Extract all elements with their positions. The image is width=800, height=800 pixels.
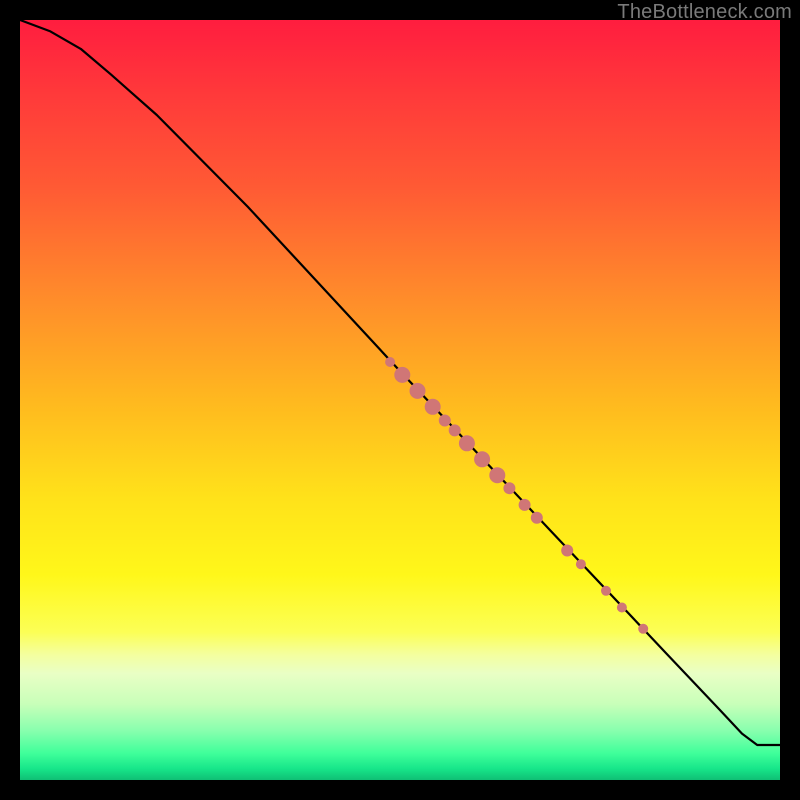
chart-marker-dot bbox=[449, 424, 461, 436]
chart-marker-dot bbox=[459, 435, 475, 451]
chart-marker-dot bbox=[531, 512, 543, 524]
chart-marker-dot bbox=[385, 357, 395, 367]
chart-marker-dot bbox=[576, 559, 586, 569]
chart-marker-dot bbox=[617, 603, 627, 613]
chart-marker-dot bbox=[503, 482, 515, 494]
watermark-text: TheBottleneck.com bbox=[617, 1, 792, 24]
chart-stage: TheBottleneck.com bbox=[0, 0, 800, 800]
chart-marker-dot bbox=[474, 451, 490, 467]
chart-marker-dot bbox=[439, 415, 451, 427]
chart-marker-dot bbox=[425, 399, 441, 415]
chart-marker-dot bbox=[561, 545, 573, 557]
chart-marker-dot bbox=[601, 586, 611, 596]
chart-marker-dot bbox=[489, 467, 505, 483]
chart-marker-dot bbox=[638, 624, 648, 634]
chart-plot-area bbox=[20, 20, 780, 780]
chart-svg bbox=[20, 20, 780, 780]
chart-marker-dot bbox=[394, 367, 410, 383]
chart-marker-dot bbox=[410, 383, 426, 399]
chart-marker-dot bbox=[519, 499, 531, 511]
